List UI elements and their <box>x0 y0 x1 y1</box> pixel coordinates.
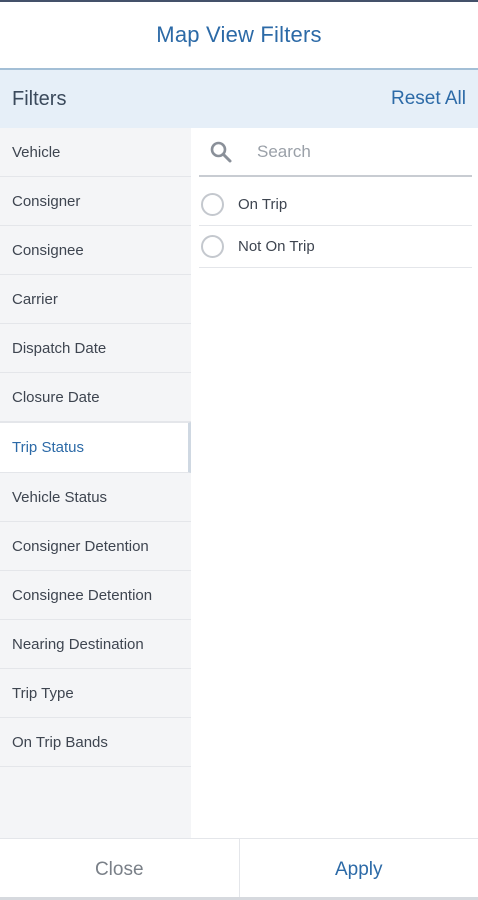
filters-header: Filters Reset All <box>0 70 478 128</box>
title-bar: Map View Filters <box>0 2 478 70</box>
sidebar-item-vehicle[interactable]: Vehicle <box>0 128 191 177</box>
sidebar-item-consigner[interactable]: Consigner <box>0 177 191 226</box>
option-label: Not On Trip <box>238 238 315 255</box>
sidebar-item-label: Nearing Destination <box>12 635 144 653</box>
sidebar-item-consignee[interactable]: Consignee <box>0 226 191 275</box>
sidebar-item-trip-type[interactable]: Trip Type <box>0 669 191 718</box>
sidebar-item-label: Carrier <box>12 290 58 308</box>
radio-icon[interactable] <box>201 193 224 216</box>
option-label: On Trip <box>238 196 288 213</box>
sidebar-item-label: Dispatch Date <box>12 339 107 357</box>
sidebar-item-label: Vehicle <box>12 143 61 161</box>
filter-category-sidebar: Vehicle Consigner Consignee Carrier Disp… <box>0 128 191 838</box>
close-button[interactable]: Close <box>0 839 240 900</box>
search-input[interactable] <box>257 141 457 162</box>
sidebar-item-label: Consigner Detention <box>12 537 149 555</box>
option-list: On Trip Not On Trip <box>199 184 472 268</box>
map-view-filters-screen: Map View Filters Filters Reset All Vehic… <box>0 0 478 900</box>
sidebar-item-carrier[interactable]: Carrier <box>0 275 191 324</box>
sidebar-item-closure-date[interactable]: Closure Date <box>0 373 191 422</box>
sidebar-item-dispatch-date[interactable]: Dispatch Date <box>0 324 191 373</box>
sidebar-item-consigner-detention[interactable]: Consigner Detention <box>0 522 191 571</box>
sidebar-item-label: Trip Status <box>12 439 84 456</box>
option-on-trip[interactable]: On Trip <box>199 184 472 226</box>
sidebar-item-label: Closure Date <box>12 388 100 406</box>
sidebar-item-label: Trip Type <box>12 684 74 702</box>
page-title: Map View Filters <box>156 22 322 47</box>
filter-options-panel: On Trip Not On Trip <box>191 128 478 838</box>
apply-button[interactable]: Apply <box>240 839 478 900</box>
radio-icon[interactable] <box>201 235 224 258</box>
sidebar-item-label: Consignee Detention <box>12 586 153 604</box>
sidebar-item-label: On Trip Bands <box>12 733 108 751</box>
sidebar-item-label: Consignee <box>12 241 84 259</box>
search-bar <box>199 128 472 177</box>
sidebar-item-on-trip-bands[interactable]: On Trip Bands <box>0 718 191 767</box>
option-not-on-trip[interactable]: Not On Trip <box>199 226 472 268</box>
sidebar-item-label: Consigner <box>12 192 81 210</box>
sidebar-item-trip-status[interactable]: Trip Status <box>0 422 191 473</box>
search-icon <box>209 140 233 164</box>
sidebar-item-consignee-detention[interactable]: Consignee Detention <box>0 571 191 620</box>
sidebar-item-nearing-destination[interactable]: Nearing Destination <box>0 620 191 669</box>
reset-all-button[interactable]: Reset All <box>391 88 466 110</box>
filters-label: Filters <box>12 87 67 110</box>
sidebar-item-vehicle-status[interactable]: Vehicle Status <box>0 473 191 522</box>
sidebar-item-label: Vehicle Status <box>12 488 108 506</box>
footer-actions: Close Apply <box>0 838 478 900</box>
